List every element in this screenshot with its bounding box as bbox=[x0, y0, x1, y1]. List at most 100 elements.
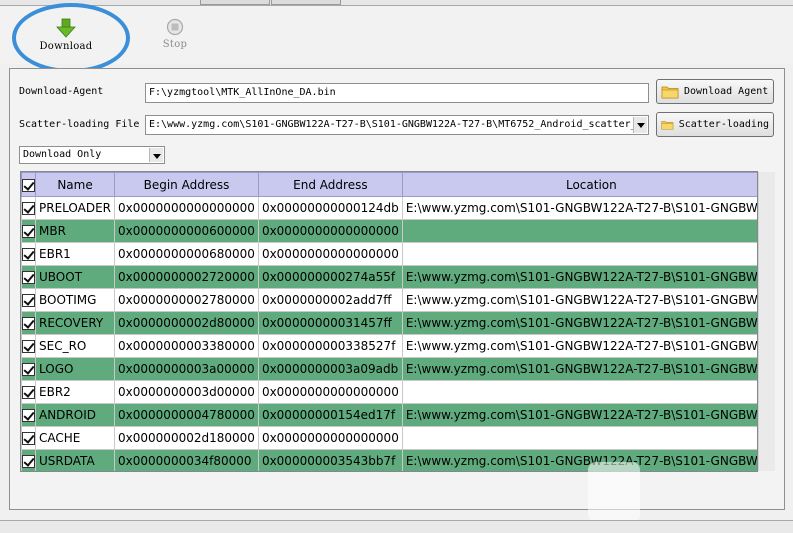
begin-address-cell: 0x0000000002720000 bbox=[114, 265, 259, 289]
row-checkbox[interactable] bbox=[21, 265, 36, 289]
row-checkbox[interactable] bbox=[21, 357, 36, 381]
location-cell: E:\www.yzmg.com\S101-GNGBW122A-T27-B\S10… bbox=[401, 403, 757, 427]
location-cell: E:\www.yzmg.com\S101-GNGBW122A-T27-B\S10… bbox=[401, 311, 757, 335]
location-cell bbox=[401, 219, 757, 243]
end-address-cell: 0x0000000000000000 bbox=[257, 380, 403, 404]
column-end-address: End Address bbox=[257, 172, 403, 197]
chevron-down-icon[interactable] bbox=[149, 148, 163, 162]
end-address-cell: 0x0000000002add7ff bbox=[257, 288, 403, 312]
row-checkbox[interactable] bbox=[21, 288, 36, 312]
end-address-cell: 0x00000000031457ff bbox=[257, 311, 403, 335]
scatter-file-field[interactable]: E:\www.yzmg.com\S101-GNGBW122A-T27-B\S10… bbox=[145, 115, 649, 135]
status-bar bbox=[0, 520, 793, 533]
end-address-cell: 0x0000000000000000 bbox=[257, 219, 403, 243]
partition-name-cell: EBR2 bbox=[34, 380, 116, 404]
tab-stub-2[interactable] bbox=[271, 0, 341, 5]
column-location: Location bbox=[401, 172, 757, 197]
partition-name-cell: BOOTIMG bbox=[34, 288, 116, 312]
end-address-cell: 0x0000000000000000 bbox=[257, 426, 403, 450]
end-address-cell: 0x00000000000124db bbox=[257, 196, 403, 220]
stop-button[interactable]: Stop bbox=[140, 18, 210, 50]
stop-icon bbox=[166, 18, 184, 36]
vertical-scrollbar[interactable] bbox=[758, 172, 775, 471]
table-header: Name Begin Address End Address Location bbox=[21, 172, 757, 197]
location-cell: E:\www.yzmg.com\S101-GNGBW122A-T27-B\S10… bbox=[401, 288, 757, 312]
begin-address-cell: 0x0000000003380000 bbox=[114, 334, 259, 358]
tab-stub-1[interactable] bbox=[200, 0, 270, 5]
scatter-file-value: E:\www.yzmg.com\S101-GNGBW122A-T27-B\S10… bbox=[149, 119, 637, 130]
select-all-checkbox[interactable] bbox=[21, 172, 36, 197]
table-row[interactable]: CACHE 0x000000002d180000 0x000000000000000… bbox=[21, 426, 757, 450]
table-row[interactable]: LOGO 0x0000000003a00000 0x0000000003a09adb… bbox=[21, 357, 757, 381]
row-checkbox[interactable] bbox=[21, 380, 36, 404]
table-row[interactable]: SEC_RO 0x0000000003380000 0x00000000033852… bbox=[21, 334, 757, 358]
location-cell: E:\www.yzmg.com\S101-GNGBW122A-T27-B\S10… bbox=[401, 449, 757, 471]
download-mode-value: Download Only bbox=[23, 149, 102, 160]
row-checkbox[interactable] bbox=[21, 196, 36, 220]
download-mode-select[interactable]: Download Only bbox=[19, 146, 165, 164]
row-checkbox[interactable] bbox=[21, 426, 36, 450]
begin-address-cell: 0x0000000000000000 bbox=[114, 196, 259, 220]
row-checkbox[interactable] bbox=[21, 449, 36, 471]
partition-name-cell: ANDROID bbox=[34, 403, 116, 427]
table-row[interactable]: ANDROID 0x0000000004780000 0x00000000154ed… bbox=[21, 403, 757, 427]
partition-name-cell: SEC_RO bbox=[34, 334, 116, 358]
begin-address-cell: 0x0000000000600000 bbox=[114, 219, 259, 243]
row-checkbox[interactable] bbox=[21, 403, 36, 427]
begin-address-cell: 0x0000000000680000 bbox=[114, 242, 259, 266]
table-row[interactable]: PRELOADER 0x0000000000000000 0x00000000000… bbox=[21, 196, 757, 220]
partition-name-cell: MBR bbox=[34, 219, 116, 243]
location-cell: E:\www.yzmg.com\S101-GNGBW122A-T27-B\S10… bbox=[401, 334, 757, 358]
table-row[interactable]: RECOVERY 0x0000000002d80000 0x000000000314… bbox=[21, 311, 757, 335]
download-agent-label: Download-Agent bbox=[19, 86, 104, 97]
download-agent-field[interactable]: F:\yzmgtool\MTK_AllInOne_DA.bin bbox=[145, 83, 649, 103]
begin-address-cell: 0x0000000002d80000 bbox=[114, 311, 259, 335]
chevron-down-icon[interactable] bbox=[633, 117, 647, 133]
row-checkbox[interactable] bbox=[21, 219, 36, 243]
highlight-ellipse bbox=[12, 3, 130, 73]
location-cell: E:\www.yzmg.com\S101-GNGBW122A-T27-B\S10… bbox=[401, 196, 757, 220]
partition-table: Name Begin Address End Address Location … bbox=[20, 171, 758, 472]
table-row[interactable]: BOOTIMG 0x0000000002780000 0x0000000002add… bbox=[21, 288, 757, 312]
begin-address-cell: 0x0000000003a00000 bbox=[114, 357, 259, 381]
download-agent-button-label: Download Agent bbox=[684, 86, 769, 97]
table-row[interactable]: USRDATA 0x0000000034f80000 0x000000003543b… bbox=[21, 449, 757, 471]
partition-name-cell: CACHE bbox=[34, 426, 116, 450]
end-address-cell: 0x0000000003a09adb bbox=[257, 357, 403, 381]
watermark-logo bbox=[588, 462, 640, 522]
begin-address-cell: 0x0000000034f80000 bbox=[114, 449, 259, 471]
location-cell bbox=[401, 426, 757, 450]
end-address-cell: 0x000000000338527f bbox=[257, 334, 403, 358]
location-cell: E:\www.yzmg.com\S101-GNGBW122A-T27-B\S10… bbox=[401, 265, 757, 289]
row-checkbox[interactable] bbox=[21, 311, 36, 335]
scatter-loading-button-label: Scatter-loading bbox=[678, 119, 769, 130]
scatter-loading-button[interactable]: Scatter-loading bbox=[656, 112, 774, 137]
row-checkbox[interactable] bbox=[21, 242, 36, 266]
end-address-cell: 0x000000000274a55f bbox=[257, 265, 403, 289]
partition-name-cell: EBR1 bbox=[34, 242, 116, 266]
begin-address-cell: 0x0000000004780000 bbox=[114, 403, 259, 427]
table-row[interactable]: UBOOT 0x0000000002720000 0x000000000274a55… bbox=[21, 265, 757, 289]
download-agent-button[interactable]: Download Agent bbox=[656, 79, 774, 104]
location-cell bbox=[401, 242, 757, 266]
begin-address-cell: 0x0000000003d00000 bbox=[114, 380, 259, 404]
end-address-cell: 0x00000000154ed17f bbox=[257, 403, 403, 427]
table-row[interactable]: MBR 0x0000000000600000 0x0000000000000000 bbox=[21, 219, 757, 243]
begin-address-cell: 0x000000002d180000 bbox=[114, 426, 259, 450]
row-checkbox[interactable] bbox=[21, 334, 36, 358]
partition-name-cell: PRELOADER bbox=[34, 196, 116, 220]
partition-name-cell: USRDATA bbox=[34, 449, 116, 471]
table-row[interactable]: EBR1 0x0000000000680000 0x0000000000000000 bbox=[21, 242, 757, 266]
column-name: Name bbox=[34, 172, 116, 197]
partition-name-cell: LOGO bbox=[34, 357, 116, 381]
partition-name-cell: UBOOT bbox=[34, 265, 116, 289]
column-begin-address: Begin Address bbox=[114, 172, 259, 197]
stop-label: Stop bbox=[162, 39, 188, 50]
table-row[interactable]: EBR2 0x0000000003d00000 0x0000000000000000 bbox=[21, 380, 757, 404]
scatter-file-label: Scatter-loading File bbox=[19, 119, 140, 130]
begin-address-cell: 0x0000000002780000 bbox=[114, 288, 259, 312]
location-cell bbox=[401, 380, 757, 404]
folder-icon bbox=[661, 86, 679, 98]
end-address-cell: 0x000000003543bb7f bbox=[257, 449, 403, 471]
partition-name-cell: RECOVERY bbox=[34, 311, 116, 335]
